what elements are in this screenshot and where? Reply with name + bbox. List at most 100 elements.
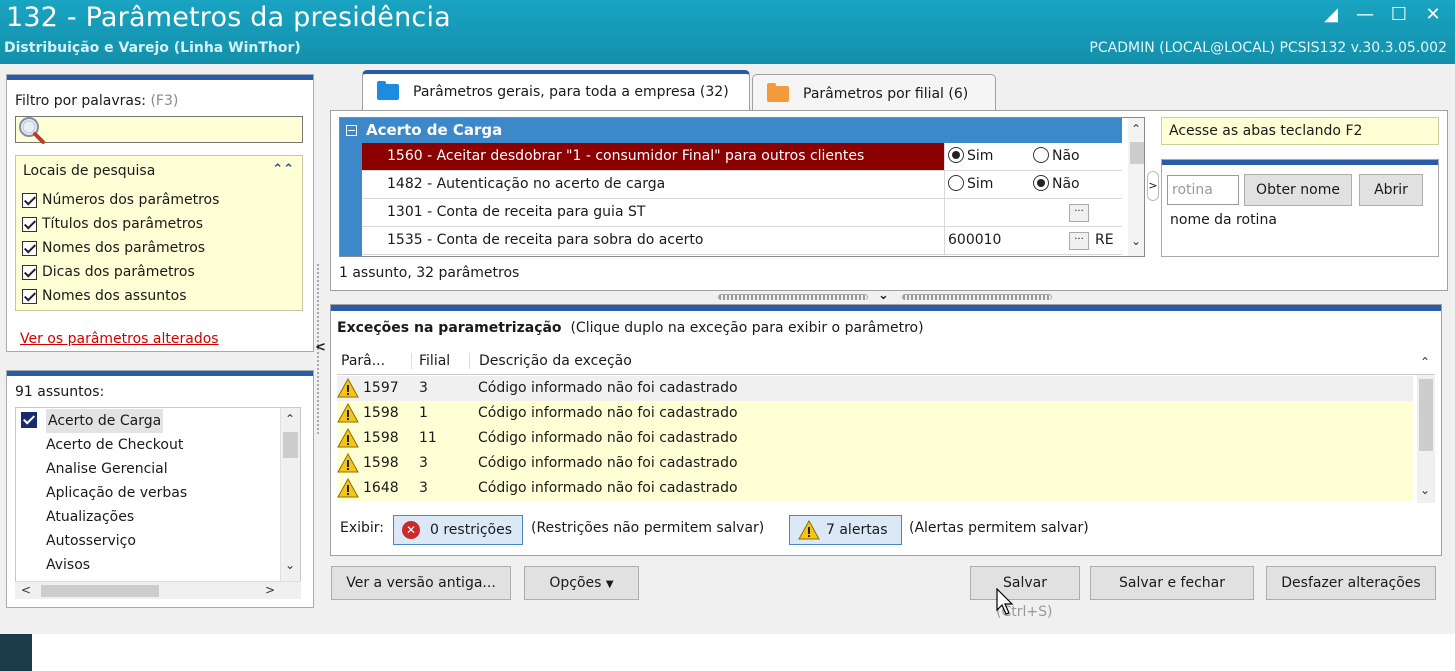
- exception-filial: 3: [419, 480, 428, 496]
- radio-label: Não: [1052, 148, 1080, 164]
- place-checkbox-row[interactable]: Dicas dos parâmetros: [22, 261, 195, 283]
- checkbox-checked-icon[interactable]: [22, 240, 37, 256]
- place-checkbox-row[interactable]: Nomes dos parâmetros: [22, 237, 205, 259]
- panel-accent-bar: [1162, 160, 1438, 165]
- place-checkbox-row[interactable]: Títulos dos parâmetros: [22, 213, 203, 235]
- chevron-down-icon[interactable]: ⌄: [1131, 234, 1141, 248]
- main-body: Filtro por palavras: (F3) Locais de pesq…: [0, 64, 1455, 634]
- list-item[interactable]: Aplicação de verbas: [46, 481, 187, 505]
- table-row[interactable]: 1598 11 Código informado não foi cadastr…: [337, 426, 1413, 451]
- param-value[interactable]: 600010 ··· RE: [944, 227, 1122, 254]
- exception-param: 1598: [363, 405, 399, 421]
- undo-changes-button[interactable]: Desfazer alterações: [1266, 566, 1436, 600]
- get-name-button[interactable]: Obter nome: [1244, 174, 1352, 206]
- chevron-left-icon[interactable]: <: [315, 340, 326, 355]
- list-item[interactable]: Avisos: [46, 553, 90, 577]
- radio-selected-icon[interactable]: [1033, 175, 1049, 191]
- chevron-up-icon[interactable]: ⌃: [285, 412, 295, 426]
- warning-icon: [337, 477, 359, 498]
- maximize-icon[interactable]: ☐: [1386, 4, 1412, 26]
- column-header[interactable]: Filial: [411, 353, 450, 369]
- param-name[interactable]: 1535 - Conta de receita para sobra do ac…: [362, 227, 944, 254]
- list-item[interactable]: Analise Gerencial: [46, 457, 168, 481]
- warning-icon: [337, 427, 359, 448]
- restrictions-toggle[interactable]: ✕ 0 restrições: [393, 515, 523, 545]
- lookup-button[interactable]: ···: [1069, 232, 1089, 250]
- horizontal-scrollbar[interactable]: < >: [15, 581, 301, 599]
- radio-icon[interactable]: [948, 175, 964, 191]
- routine-input[interactable]: rotina: [1167, 175, 1239, 205]
- table-row[interactable]: 1648 3 Código informado não foi cadastra…: [337, 476, 1413, 501]
- param-name[interactable]: 1482 - Autenticação no acerto de carga: [362, 171, 944, 198]
- list-item[interactable]: Acerto de Checkout: [46, 433, 183, 457]
- horizontal-splitter[interactable]: ⌄: [718, 288, 1054, 303]
- save-close-button[interactable]: Salvar e fechar: [1090, 566, 1254, 600]
- column-header[interactable]: Descrição da exceção: [469, 353, 632, 369]
- tab-general-params[interactable]: Parâmetros gerais, para toda a empresa (…: [362, 70, 750, 110]
- folder-icon: [767, 82, 789, 102]
- restrictions-label: 0 restrições: [430, 522, 513, 538]
- list-item[interactable]: Acerto de Carga: [46, 409, 164, 433]
- old-version-button[interactable]: Ver a versão antiga...: [331, 566, 511, 600]
- window-title: 132 - Parâmetros da presidência: [6, 2, 451, 33]
- place-checkbox-row[interactable]: Nomes dos assuntos: [22, 285, 187, 307]
- table-row[interactable]: 1598 1 Código informado não foi cadastra…: [337, 401, 1413, 426]
- param-name[interactable]: 1560 - Aceitar desdobrar "1 - consumidor…: [362, 143, 944, 170]
- checkbox-checked-icon[interactable]: [22, 192, 37, 208]
- chevron-left-icon[interactable]: <: [21, 583, 31, 597]
- checkbox-checked-icon[interactable]: [22, 288, 37, 304]
- param-row[interactable]: 1482 - Autenticação no acerto de carga S…: [362, 171, 1122, 199]
- checkbox-checked-icon[interactable]: [21, 412, 37, 428]
- chevron-up-icon[interactable]: ⌃: [1420, 355, 1430, 369]
- close-icon[interactable]: ✕: [1420, 4, 1446, 26]
- param-name[interactable]: 1301 - Conta de receita para guia ST: [362, 199, 944, 226]
- chevron-double-up-icon[interactable]: ⌃⌃: [272, 162, 294, 177]
- group-header[interactable]: Acerto de Carga: [340, 118, 1122, 143]
- scroll-thumb[interactable]: [1130, 142, 1144, 164]
- radio-selected-icon[interactable]: [948, 147, 964, 163]
- vertical-scrollbar[interactable]: ⌃ ⌄: [280, 408, 300, 582]
- vertical-scrollbar[interactable]: ⌃ ⌄: [1417, 355, 1435, 503]
- param-row[interactable]: 1560 - Aceitar desdobrar "1 - consumidor…: [362, 143, 1122, 171]
- lookup-button[interactable]: ···: [1069, 204, 1089, 222]
- group-title: Acerto de Carga: [366, 121, 503, 139]
- table-row[interactable]: 1598 3 Código informado não foi cadastra…: [337, 451, 1413, 476]
- table-row[interactable]: 1597 3 Código informado não foi cadastra…: [337, 376, 1413, 401]
- options-button[interactable]: Opções ▼: [524, 566, 639, 600]
- open-button[interactable]: Abrir: [1359, 174, 1423, 206]
- column-header[interactable]: Parâ...: [341, 353, 385, 369]
- minimize-icon[interactable]: —: [1352, 4, 1378, 26]
- exceptions-title-text: Exceções na parametrização: [337, 320, 562, 336]
- scroll-thumb[interactable]: [41, 585, 159, 597]
- filter-input[interactable]: [15, 116, 303, 143]
- restore-layout-icon[interactable]: ◢: [1318, 4, 1344, 26]
- chevron-down-icon[interactable]: ⌄: [878, 288, 889, 303]
- list-item[interactable]: Autosserviço: [46, 529, 136, 553]
- chevron-right-icon[interactable]: >: [1147, 171, 1159, 201]
- param-row[interactable]: 1301 - Conta de receita para guia ST ···: [362, 199, 1122, 227]
- alerts-toggle[interactable]: 7 alertas: [789, 515, 902, 545]
- vertical-scrollbar[interactable]: ⌃ ⌄: [1128, 118, 1144, 256]
- chevron-up-icon[interactable]: ⌃: [1131, 122, 1141, 136]
- params-grid[interactable]: Acerto de Carga 1560 - Aceitar desdobrar…: [339, 117, 1145, 257]
- chevron-right-icon[interactable]: >: [265, 583, 275, 597]
- collapse-minus-icon[interactable]: [346, 125, 357, 136]
- chevron-down-icon[interactable]: ⌄: [1420, 483, 1430, 497]
- scroll-thumb[interactable]: [283, 432, 298, 458]
- checkbox-checked-icon[interactable]: [22, 264, 37, 280]
- exception-param: 1597: [363, 380, 399, 396]
- radio-icon[interactable]: [1033, 147, 1049, 163]
- chevron-down-icon[interactable]: ⌄: [285, 558, 295, 572]
- scroll-thumb[interactable]: [1419, 379, 1433, 451]
- save-button[interactable]: Salvar: [970, 566, 1080, 600]
- place-checkbox-row[interactable]: Números dos parâmetros: [22, 189, 219, 211]
- param-row[interactable]: 1535 - Conta de receita para sobra do ac…: [362, 227, 1122, 255]
- param-value[interactable]: ···: [944, 199, 1122, 226]
- panel-collapse-handle[interactable]: <: [314, 264, 326, 434]
- changed-params-link[interactable]: Ver os parâmetros alterados: [20, 331, 219, 347]
- list-item[interactable]: Atualizações: [46, 505, 134, 529]
- tab-branch-params[interactable]: Parâmetros por filial (6): [752, 74, 996, 112]
- subjects-list[interactable]: Acerto de Carga Acerto de Checkout Anali…: [15, 407, 301, 599]
- checkbox-checked-icon[interactable]: [22, 216, 37, 232]
- param-extra-text: RE: [1095, 232, 1114, 248]
